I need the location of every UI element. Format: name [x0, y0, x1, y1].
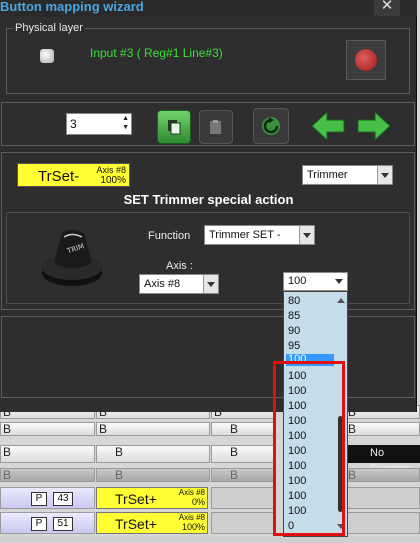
action-tag-label: TrSet- [38, 168, 80, 185]
no-function-cell[interactable]: No Function [346, 445, 420, 475]
button-number-spinner[interactable]: 3 ▲ ▼ [66, 113, 132, 135]
percent-value: 100 [288, 275, 307, 287]
reset-button[interactable] [253, 108, 289, 144]
current-action-tag[interactable]: TrSet- Axis #8 100% [17, 163, 130, 187]
chevron-down-icon [381, 173, 389, 178]
grid-cell[interactable]: B [96, 422, 210, 436]
action-tag-axis: Axis #8 [178, 488, 205, 497]
function-select[interactable]: Trimmer SET - [204, 225, 315, 245]
highlight-annotation [273, 361, 345, 536]
function-label: Function [148, 230, 191, 242]
action-tag-percent: 100% [181, 522, 205, 532]
table-row[interactable]: B B B B [0, 468, 420, 482]
spinner-up-icon[interactable]: ▲ [122, 115, 129, 122]
input-led-indicator [40, 49, 54, 63]
spinner-value: 3 [70, 117, 77, 131]
press-badge: P [31, 517, 47, 531]
grid-cell[interactable] [211, 512, 276, 534]
grid-cell[interactable]: B [96, 445, 210, 463]
grid-cell[interactable] [345, 487, 420, 509]
input-label: Input #3 ( Reg#1 Line#3) [90, 46, 223, 60]
previous-button[interactable] [310, 110, 346, 142]
table-row[interactable]: P 43 TrSet+ Axis #8 0% [0, 487, 420, 509]
arrow-left-icon [311, 110, 345, 142]
action-tag[interactable]: TrSet+ Axis #8 0% [96, 487, 208, 509]
dropdown-button[interactable] [299, 226, 314, 244]
row-header[interactable]: P 51 [0, 512, 95, 534]
window-title: Button mapping wizard [0, 0, 144, 14]
percent-select[interactable]: 100 [283, 272, 348, 291]
button-number-badge: 51 [53, 517, 73, 531]
action-tag-label: TrSet+ [115, 516, 157, 532]
list-item[interactable]: 80 [286, 294, 334, 309]
button-mapping-dialog: Button mapping wizard ✕ Physical layer I… [0, 0, 417, 412]
paste-button[interactable] [199, 110, 233, 144]
action-type-select[interactable]: Trimmer [302, 165, 393, 185]
list-item[interactable]: 90 [286, 324, 334, 339]
grid-cell[interactable]: B [345, 422, 420, 436]
action-tag-axis: Axis #8 [178, 513, 205, 522]
grid-cell[interactable]: B [0, 468, 95, 482]
action-tag-label: TrSet+ [115, 491, 157, 507]
action-tag[interactable]: TrSet+ Axis #8 100% [96, 512, 208, 534]
record-button[interactable] [346, 40, 386, 80]
grid-cell[interactable]: B [211, 468, 276, 482]
next-button[interactable] [356, 110, 392, 142]
grid-bottom-edge [0, 536, 420, 543]
list-item[interactable]: 95 [286, 339, 334, 354]
close-button[interactable]: ✕ [374, 0, 400, 16]
section-title: SET Trimmer special action [123, 192, 294, 207]
axis-value: Axis #8 [144, 278, 181, 290]
row-header[interactable]: P 43 [0, 487, 95, 509]
table-row[interactable]: B B B B [0, 422, 420, 436]
axis-label: Axis : [166, 260, 193, 272]
chevron-down-icon [207, 282, 215, 287]
physical-layer-legend: Physical layer [13, 22, 85, 34]
table-row[interactable]: P 51 TrSet+ Axis #8 100% [0, 512, 420, 534]
function-value: Trimmer SET - [209, 229, 281, 241]
dropdown-button[interactable] [332, 273, 347, 290]
dropdown-button[interactable] [377, 166, 392, 184]
paste-icon [210, 120, 221, 134]
grid-cell[interactable]: B [96, 468, 210, 482]
action-type-value: Trimmer [307, 169, 348, 181]
button-number-badge: 43 [53, 492, 73, 506]
empty-group [1, 316, 415, 398]
action-tag-percent: 0% [191, 497, 205, 507]
grid-cell[interactable]: B [345, 468, 420, 482]
copy-icon [168, 120, 181, 135]
scroll-up-icon[interactable] [337, 298, 345, 303]
reset-icon [262, 117, 280, 135]
action-tag-axis: Axis #8 [96, 165, 126, 175]
chevron-down-icon [303, 233, 311, 238]
spinner-down-icon[interactable]: ▼ [122, 124, 129, 131]
grid-cell[interactable] [345, 512, 420, 534]
list-item[interactable]: 85 [286, 309, 334, 324]
grid-cell[interactable]: B [0, 422, 95, 436]
grid-cell[interactable] [211, 487, 276, 509]
arrow-right-icon [357, 110, 391, 142]
chevron-down-icon [335, 279, 343, 284]
axis-select[interactable]: Axis #8 [139, 274, 219, 294]
action-tag-percent: 100% [100, 175, 126, 186]
dropdown-button[interactable] [203, 275, 218, 293]
copy-button[interactable] [157, 110, 191, 144]
press-badge: P [31, 492, 47, 506]
trim-knob-icon: TRIM [42, 230, 102, 286]
grid-cell[interactable]: B [211, 422, 276, 436]
table-row[interactable]: B B B No Function [0, 445, 420, 475]
grid-cell[interactable]: B [0, 445, 95, 463]
grid-cell[interactable]: B [211, 445, 276, 463]
title-bar[interactable]: Button mapping wizard ✕ [0, 0, 417, 16]
record-icon [355, 49, 377, 71]
